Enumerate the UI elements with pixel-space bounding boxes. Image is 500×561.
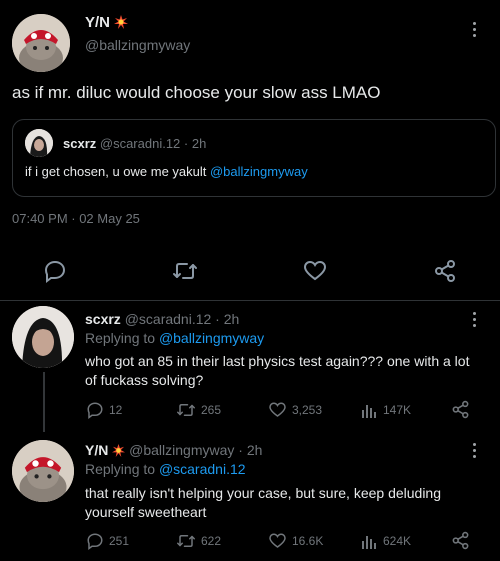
quote-text: if i get chosen, u owe me yakult @ballzi… <box>25 164 308 179</box>
like-count: 16.6K <box>292 534 324 548</box>
quote-mention-link[interactable]: @ballzingmyway <box>210 164 308 179</box>
quote-avatar <box>25 129 53 157</box>
reply-avatar[interactable] <box>12 306 74 368</box>
reply-header: Y/N @ballzingmyway · 2h <box>85 442 263 460</box>
replying-to-link[interactable]: @ballzingmyway <box>159 330 264 346</box>
like-count: 3,253 <box>292 403 323 417</box>
explosion-emoji-icon <box>114 15 129 33</box>
reply-count: 12 <box>109 403 123 417</box>
views-icon <box>362 536 376 549</box>
like-icon <box>269 402 286 417</box>
views-count-button[interactable]: 624K <box>360 532 411 550</box>
reply-display-name[interactable]: Y/N <box>85 442 108 458</box>
reply-avatar[interactable] <box>12 440 74 502</box>
views-count-button[interactable]: 147K <box>360 401 411 419</box>
quote-header: scxrz @scaradni.12 · 2h <box>63 136 207 151</box>
more-icon[interactable] <box>471 312 477 327</box>
author-name-row: Y/N <box>85 14 129 33</box>
views-count: 147K <box>383 403 412 417</box>
author-display-name[interactable]: Y/N <box>85 14 110 31</box>
reply-count-button[interactable]: 251 <box>86 532 129 550</box>
explosion-emoji-icon <box>112 444 126 460</box>
tweet-timestamp: 07:40 PM · 02 May 25 <box>12 211 140 226</box>
retweet-icon <box>177 535 195 547</box>
like-icon[interactable] <box>303 259 327 288</box>
replying-label: Replying to <box>85 461 159 477</box>
reply-icon <box>87 533 103 550</box>
more-icon[interactable] <box>471 443 477 458</box>
retweet-count-button[interactable]: 622 <box>176 532 221 550</box>
retweet-count-button[interactable]: 265 <box>176 401 221 419</box>
views-icon <box>362 405 376 418</box>
reply-icon[interactable] <box>43 259 67 288</box>
author-handle[interactable]: @ballzingmyway <box>85 37 190 53</box>
quote-tweet[interactable]: scxrz @scaradni.12 · 2h if i get chosen,… <box>12 119 496 197</box>
avatar-image <box>12 14 70 72</box>
quote-handle: @scaradni.12 <box>99 136 181 151</box>
reply-count: 251 <box>109 534 130 548</box>
replying-to: Replying to @ballzingmyway <box>85 330 264 346</box>
reply-time: 2h <box>246 442 263 458</box>
tweet-text: as if mr. diluc would choose your slow a… <box>12 83 381 102</box>
quote-time: 2h <box>191 136 207 151</box>
thread-line <box>43 372 45 432</box>
like-count-button[interactable]: 16.6K <box>268 532 323 550</box>
retweet-icon <box>177 404 195 416</box>
reply-text: who got an 85 in their last physics test… <box>85 353 470 388</box>
quote-text-body: if i get chosen, u owe me yakult <box>25 164 210 179</box>
share-icon[interactable] <box>451 400 470 424</box>
divider <box>0 300 500 301</box>
reply-count-button[interactable]: 12 <box>86 401 122 419</box>
retweet-count: 622 <box>201 534 222 548</box>
replying-to-link[interactable]: @scaradni.12 <box>159 461 246 477</box>
share-icon[interactable] <box>433 259 457 288</box>
like-count-button[interactable]: 3,253 <box>268 401 322 419</box>
replying-to: Replying to @scaradni.12 <box>85 461 246 477</box>
reply-time: 2h <box>223 311 240 327</box>
reply-handle[interactable]: @scaradni.12 <box>125 311 212 327</box>
replying-label: Replying to <box>85 330 159 346</box>
reply-icon <box>87 402 103 419</box>
reply-display-name[interactable]: scxrz <box>85 311 121 327</box>
views-count: 624K <box>383 534 412 548</box>
retweet-icon[interactable] <box>172 259 198 288</box>
reply-header: scxrz @scaradni.12 · 2h <box>85 311 240 327</box>
avatar[interactable] <box>12 14 70 72</box>
like-icon <box>269 533 286 548</box>
retweet-count: 265 <box>201 403 222 417</box>
more-icon[interactable] <box>471 22 477 37</box>
reply-handle[interactable]: @ballzingmyway <box>129 442 234 458</box>
share-icon[interactable] <box>451 531 470 555</box>
reply-text: that really isn't helping your case, but… <box>85 485 442 520</box>
quote-display-name: scxrz <box>63 136 97 151</box>
